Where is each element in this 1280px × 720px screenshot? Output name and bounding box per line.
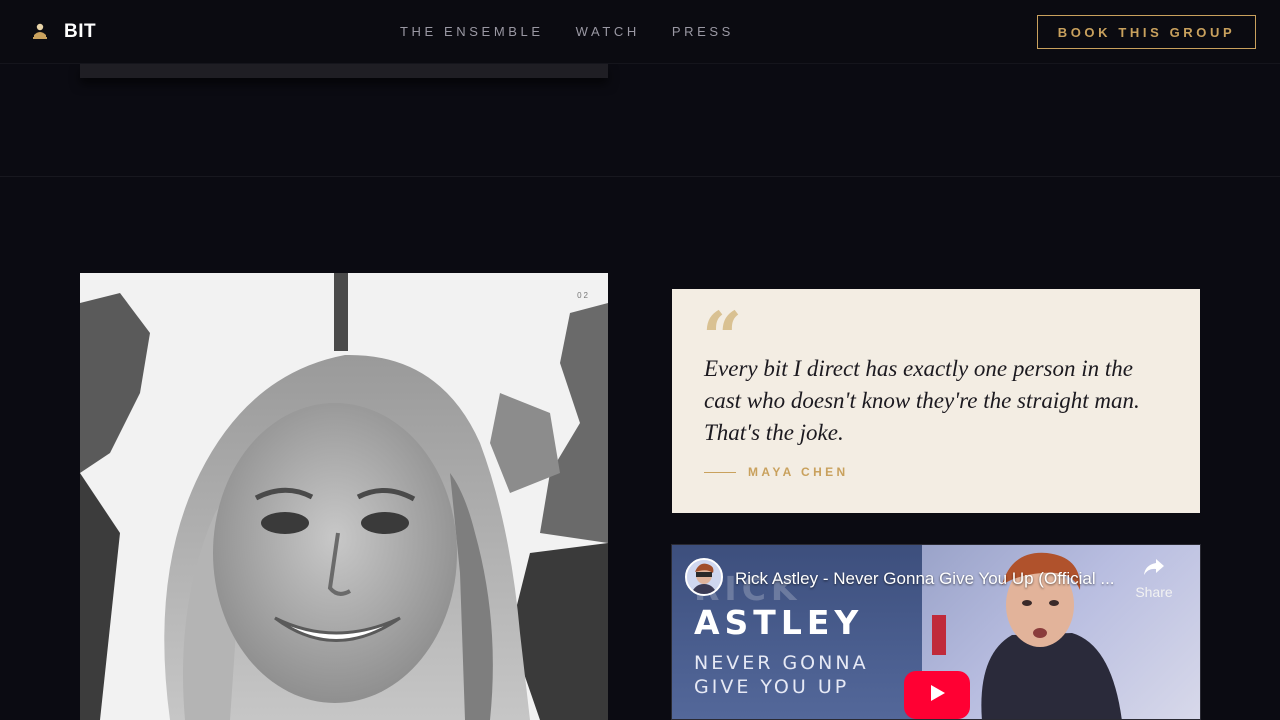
author-rule (704, 471, 736, 473)
video-title[interactable]: Rick Astley - Never Gonna Give You Up (O… (735, 569, 1115, 589)
previous-card-edge (80, 64, 608, 78)
thumbnail-text-line4: GIVE YOU UP (694, 676, 850, 698)
channel-avatar[interactable] (685, 558, 723, 596)
book-group-button[interactable]: BOOK THIS GROUP (1037, 15, 1256, 49)
portrait-index: 02 (577, 291, 590, 300)
youtube-embed[interactable]: RICK ASTLEY NEVER GONNA GIVE YOU UP Rick… (671, 544, 1201, 720)
share-label: Share (1135, 584, 1173, 600)
member-portrait: 02 (80, 273, 608, 720)
brand-name: BIT (64, 21, 97, 42)
quote-text: Every bit I direct has exactly one perso… (704, 356, 1140, 445)
top-navigation: BIT THE ENSEMBLE WATCH PRESS BOOK THIS G… (0, 0, 1280, 64)
section-divider (0, 176, 1280, 177)
nav-link-watch[interactable]: WATCH (576, 24, 640, 39)
logo-figure-icon (30, 22, 50, 42)
share-icon (1143, 559, 1165, 581)
share-button[interactable]: Share (1134, 557, 1174, 600)
nav-link-ensemble[interactable]: THE ENSEMBLE (400, 24, 544, 39)
play-button[interactable] (904, 671, 970, 719)
nav-links: THE ENSEMBLE WATCH PRESS (400, 24, 766, 39)
quote-attribution: MAYA CHEN (704, 465, 849, 479)
play-icon (927, 683, 947, 708)
author-name: MAYA CHEN (748, 465, 849, 479)
thumbnail-text-line3: NEVER GONNA (694, 652, 869, 674)
thumbnail-text-astley: ASTLEY (694, 603, 864, 642)
brand-logo[interactable]: BIT (30, 21, 96, 43)
quote-card: “ Every bit I direct has exactly one per… (672, 289, 1200, 513)
nav-link-press[interactable]: PRESS (672, 24, 734, 39)
